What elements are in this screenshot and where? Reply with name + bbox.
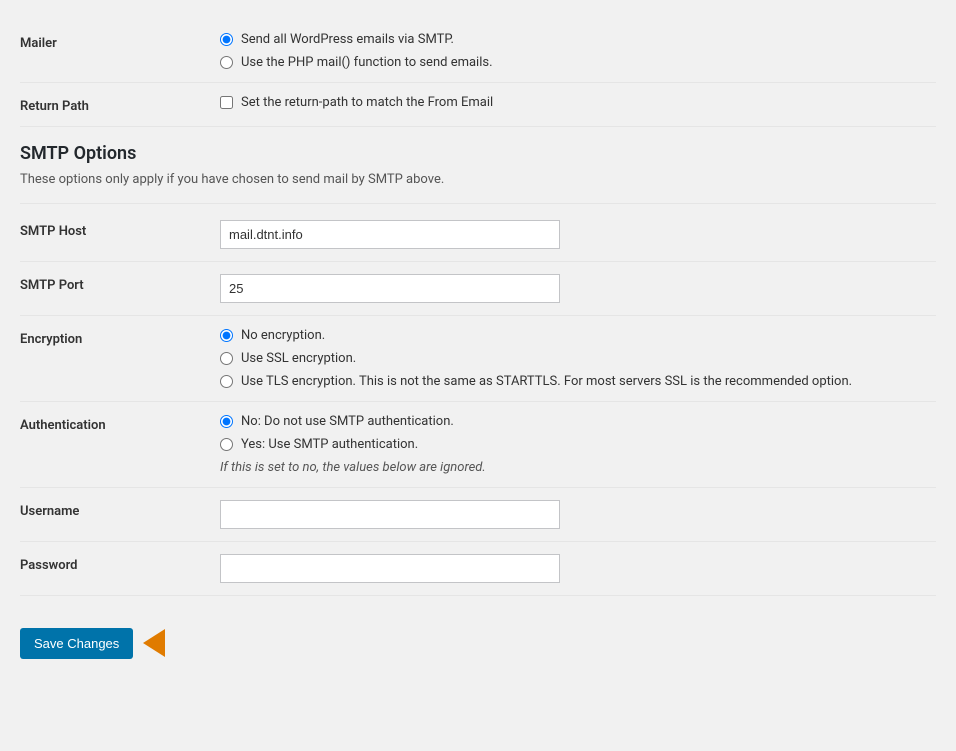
password-label: Password [20, 554, 220, 573]
mailer-option2-text: Use the PHP mail() function to send emai… [241, 55, 493, 70]
mailer-option1-radio[interactable] [220, 33, 233, 46]
footer-row: Save Changes [20, 616, 936, 671]
arrow-icon [143, 629, 165, 657]
encryption-option2-text: Use SSL encryption. [241, 351, 356, 366]
smtp-port-row: SMTP Port [20, 262, 936, 316]
password-content [220, 554, 936, 583]
mailer-options: Send all WordPress emails via SMTP. Use … [220, 32, 936, 70]
encryption-label: Encryption [20, 328, 220, 347]
mailer-option2-radio[interactable] [220, 56, 233, 69]
return-path-row: Return Path Set the return-path to match… [20, 83, 936, 127]
authentication-label: Authentication [20, 414, 220, 433]
authentication-row: Authentication No: Do not use SMTP authe… [20, 402, 936, 488]
save-changes-button[interactable]: Save Changes [20, 628, 133, 659]
authentication-option1-radio[interactable] [220, 415, 233, 428]
encryption-option3-text: Use TLS encryption. This is not the same… [241, 374, 852, 389]
encryption-option1-label[interactable]: No encryption. [220, 328, 936, 343]
username-input[interactable] [220, 500, 560, 529]
smtp-port-label: SMTP Port [20, 274, 220, 293]
authentication-note: If this is set to no, the values below a… [220, 460, 936, 475]
encryption-option1-text: No encryption. [241, 328, 325, 343]
password-input[interactable] [220, 554, 560, 583]
encryption-options: No encryption. Use SSL encryption. Use T… [220, 328, 936, 389]
encryption-option3-label[interactable]: Use TLS encryption. This is not the same… [220, 374, 936, 389]
smtp-options-heading: SMTP Options [20, 143, 936, 164]
username-label: Username [20, 500, 220, 519]
authentication-option1-label[interactable]: No: Do not use SMTP authentication. [220, 414, 936, 429]
encryption-option3-radio[interactable] [220, 375, 233, 388]
mailer-option1-text: Send all WordPress emails via SMTP. [241, 32, 454, 47]
smtp-host-row: SMTP Host [20, 208, 936, 262]
authentication-option2-label[interactable]: Yes: Use SMTP authentication. [220, 437, 936, 452]
authentication-option2-text: Yes: Use SMTP authentication. [241, 437, 418, 452]
smtp-host-label: SMTP Host [20, 220, 220, 239]
encryption-option1-radio[interactable] [220, 329, 233, 342]
authentication-options: No: Do not use SMTP authentication. Yes:… [220, 414, 936, 475]
encryption-option2-label[interactable]: Use SSL encryption. [220, 351, 936, 366]
password-row: Password [20, 542, 936, 596]
username-content [220, 500, 936, 529]
authentication-option2-radio[interactable] [220, 438, 233, 451]
return-path-label: Return Path [20, 95, 220, 114]
return-path-checkbox-label[interactable]: Set the return-path to match the From Em… [220, 95, 936, 110]
return-path-checkbox-text: Set the return-path to match the From Em… [241, 95, 493, 110]
mailer-label: Mailer [20, 32, 220, 51]
divider-1 [20, 203, 936, 204]
encryption-row: Encryption No encryption. Use SSL encryp… [20, 316, 936, 402]
authentication-option1-text: No: Do not use SMTP authentication. [241, 414, 454, 429]
mailer-option1-label[interactable]: Send all WordPress emails via SMTP. [220, 32, 936, 47]
smtp-host-input[interactable] [220, 220, 560, 249]
smtp-host-content [220, 220, 936, 249]
username-row: Username [20, 488, 936, 542]
return-path-content: Set the return-path to match the From Em… [220, 95, 936, 110]
mailer-option2-label[interactable]: Use the PHP mail() function to send emai… [220, 55, 936, 70]
mailer-row: Mailer Send all WordPress emails via SMT… [20, 20, 936, 83]
encryption-option2-radio[interactable] [220, 352, 233, 365]
smtp-port-input[interactable] [220, 274, 560, 303]
settings-container: Mailer Send all WordPress emails via SMT… [20, 20, 936, 671]
smtp-options-description: These options only apply if you have cho… [20, 172, 936, 187]
smtp-port-content [220, 274, 936, 303]
return-path-checkbox[interactable] [220, 96, 233, 109]
smtp-options-section: SMTP Options These options only apply if… [20, 143, 936, 187]
